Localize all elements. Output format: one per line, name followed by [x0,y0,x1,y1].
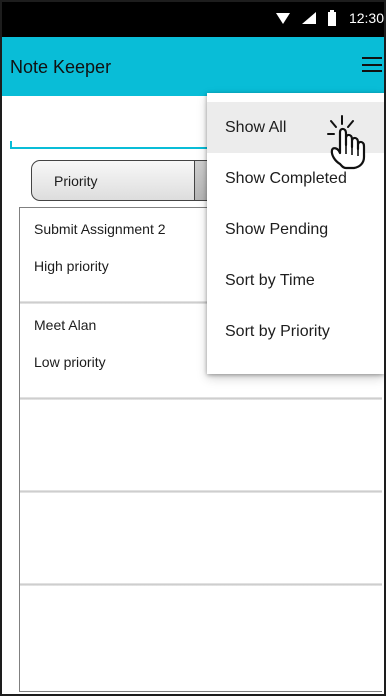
hamburger-line [362,63,382,66]
overflow-menu: Show All Show Completed Show Pending Sor… [207,93,384,374]
menu-item-sort-by-priority[interactable]: Sort by Priority [207,306,384,357]
phone-screen: 12:30 Note Keeper Priority Submit Assign… [0,0,386,696]
note-priority: Low priority [34,354,106,370]
hamburger-menu-icon[interactable] [362,57,382,72]
sort-segmented-control[interactable]: Priority [31,160,233,201]
status-time: 12:30 [348,10,384,26]
signal-icon [301,11,317,25]
note-priority: High priority [34,258,109,274]
menu-item-sort-by-time[interactable]: Sort by Time [207,255,384,306]
status-icons: 12:30 [275,10,384,26]
note-title: Submit Assignment 2 [34,221,166,237]
note-title: Meet Alan [34,317,97,333]
empty-note-row[interactable] [20,490,382,586]
empty-note-row[interactable] [20,583,382,676]
wifi-icon [275,11,291,25]
sort-priority-segment[interactable]: Priority [32,161,195,200]
menu-item-show-completed[interactable]: Show Completed [207,153,384,204]
menu-item-show-pending[interactable]: Show Pending [207,204,384,255]
empty-note-row[interactable] [20,397,382,493]
hamburger-line [362,70,382,72]
status-bar: 12:30 [2,2,384,37]
app-title: Note Keeper [10,57,112,77]
battery-icon [327,10,337,26]
app-bar: Note Keeper [2,37,384,96]
hamburger-line [362,57,382,59]
menu-item-show-all[interactable]: Show All [207,102,384,153]
